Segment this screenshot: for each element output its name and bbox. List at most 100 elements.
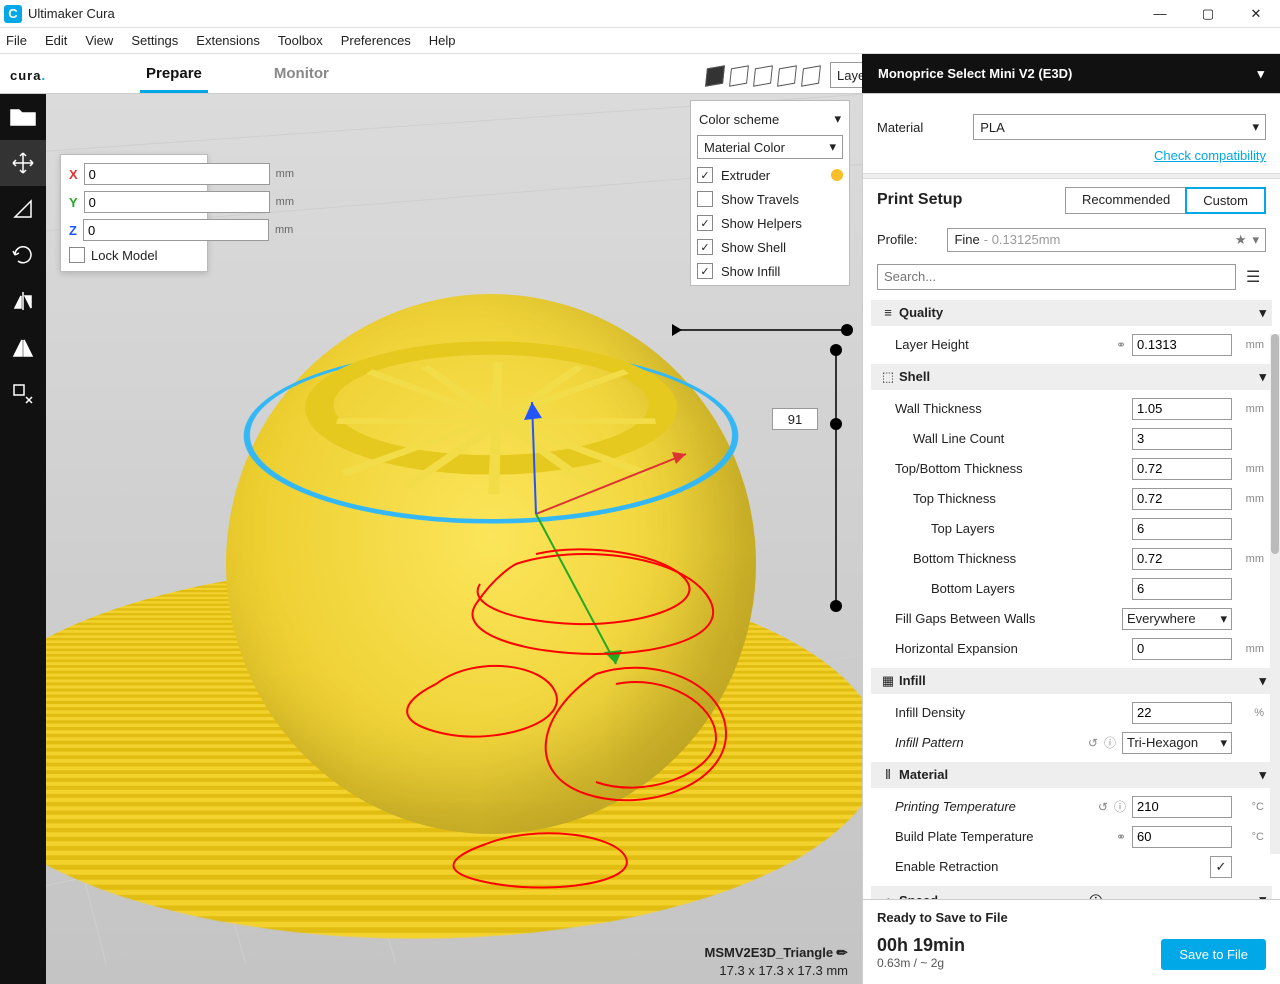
bottom-thickness-input[interactable] bbox=[1132, 548, 1232, 570]
section-infill[interactable]: ▦Infill▾ bbox=[871, 668, 1272, 694]
chevron-down-icon: ▾ bbox=[1252, 119, 1259, 135]
section-quality[interactable]: ≡Quality▾ bbox=[871, 300, 1272, 326]
menu-bar: File Edit View Settings Extensions Toolb… bbox=[0, 28, 1280, 54]
color-scheme-select[interactable]: Material Color▾ bbox=[697, 135, 843, 159]
info-icon[interactable]: ⓘ bbox=[1114, 798, 1126, 815]
layer-height-input[interactable] bbox=[1132, 334, 1232, 356]
settings-panel: Material PLA▾ Check compatibility Print … bbox=[862, 94, 1280, 984]
layer-slider[interactable]: 91 bbox=[830, 348, 842, 608]
bottom-layers-input[interactable] bbox=[1132, 578, 1232, 600]
scale-tool[interactable] bbox=[0, 186, 46, 232]
menu-file[interactable]: File bbox=[6, 33, 27, 48]
show-travels-checkbox[interactable] bbox=[697, 191, 713, 207]
show-helpers-label: Show Helpers bbox=[721, 216, 802, 231]
info-icon[interactable]: ⓘ bbox=[1104, 734, 1116, 751]
infill-icon: ▦ bbox=[877, 673, 899, 689]
settings-visibility-button[interactable]: ☰ bbox=[1246, 267, 1266, 287]
viewport[interactable]: Xmm Ymm Zmm Lock Model Color scheme▾ Mat… bbox=[46, 94, 862, 984]
printer-name: Monoprice Select Mini V2 (E3D) bbox=[878, 66, 1072, 81]
wall-thickness-label: Wall Thickness bbox=[895, 401, 1126, 416]
menu-settings[interactable]: Settings bbox=[131, 33, 178, 48]
top-layers-label: Top Layers bbox=[931, 521, 1126, 536]
profile-select[interactable]: Fine - 0.13125mm ★▾ bbox=[947, 228, 1266, 252]
fill-gaps-select[interactable]: Everywhere▾ bbox=[1122, 608, 1232, 630]
bottom-layers-label: Bottom Layers bbox=[931, 581, 1126, 596]
chevron-down-icon: ▾ bbox=[1252, 232, 1259, 248]
window-minimize-button[interactable]: — bbox=[1148, 6, 1172, 22]
info-icon[interactable]: ⓘ bbox=[1089, 891, 1102, 899]
section-speed[interactable]: ◔Speedⓘ▾ bbox=[871, 886, 1272, 899]
lock-model-checkbox[interactable] bbox=[69, 247, 85, 263]
build-plate-temperature-input[interactable] bbox=[1132, 826, 1232, 848]
header: cura. Prepare Monitor Layer view ▾ Monop… bbox=[0, 54, 1280, 94]
extruder-checkbox[interactable]: ✓ bbox=[697, 167, 713, 183]
enable-retraction-label: Enable Retraction bbox=[895, 859, 1204, 874]
extruder-label: Extruder bbox=[721, 168, 770, 183]
window-close-button[interactable]: ✕ bbox=[1244, 6, 1268, 22]
enable-retraction-checkbox[interactable]: ✓ bbox=[1210, 856, 1232, 878]
custom-tab[interactable]: Custom bbox=[1185, 187, 1266, 214]
mirror-tool[interactable] bbox=[0, 278, 46, 324]
top-layers-input[interactable] bbox=[1132, 518, 1232, 540]
material-select[interactable]: PLA▾ bbox=[973, 114, 1266, 140]
printing-temperature-input[interactable] bbox=[1132, 796, 1232, 818]
save-to-file-button[interactable]: Save to File bbox=[1161, 939, 1266, 970]
tab-prepare[interactable]: Prepare bbox=[140, 65, 208, 93]
check-compatibility-link[interactable]: Check compatibility bbox=[1154, 148, 1266, 163]
menu-extensions[interactable]: Extensions bbox=[196, 33, 260, 48]
per-model-tool[interactable] bbox=[0, 324, 46, 370]
link-icon[interactable]: ⚭ bbox=[1116, 830, 1126, 844]
app-title: Ultimaker Cura bbox=[28, 6, 115, 21]
open-file-button[interactable] bbox=[0, 94, 46, 140]
chevron-down-icon: ▾ bbox=[1257, 66, 1264, 82]
reset-icon[interactable]: ↺ bbox=[1088, 736, 1098, 750]
axis-x-label: X bbox=[69, 167, 78, 182]
fill-gaps-label: Fill Gaps Between Walls bbox=[895, 611, 1116, 626]
printer-selector[interactable]: Monoprice Select Mini V2 (E3D) ▾ bbox=[862, 54, 1280, 93]
infill-pattern-select[interactable]: Tri-Hexagon▾ bbox=[1122, 732, 1232, 754]
lock-model-label: Lock Model bbox=[91, 248, 157, 263]
object-name: MSMV2E3D_Triangle bbox=[704, 945, 833, 960]
pencil-icon[interactable]: ✎ bbox=[833, 943, 852, 962]
infill-density-input[interactable] bbox=[1132, 702, 1232, 724]
reset-icon[interactable]: ↺ bbox=[1098, 800, 1108, 814]
camera-preset-2[interactable] bbox=[729, 65, 749, 87]
position-x-input[interactable] bbox=[84, 163, 270, 185]
move-tool[interactable] bbox=[0, 140, 46, 186]
menu-help[interactable]: Help bbox=[429, 33, 456, 48]
tab-monitor[interactable]: Monitor bbox=[268, 65, 335, 93]
support-blocker-tool[interactable] bbox=[0, 370, 46, 416]
show-helpers-checkbox[interactable]: ✓ bbox=[697, 215, 713, 231]
infill-pattern-label: Infill Pattern bbox=[895, 735, 1082, 750]
top-bottom-thickness-input[interactable] bbox=[1132, 458, 1232, 480]
menu-toolbox[interactable]: Toolbox bbox=[278, 33, 323, 48]
settings-scrollbar[interactable] bbox=[1270, 334, 1280, 854]
menu-edit[interactable]: Edit bbox=[45, 33, 67, 48]
link-icon[interactable]: ⚭ bbox=[1116, 338, 1126, 352]
show-infill-checkbox[interactable]: ✓ bbox=[697, 263, 713, 279]
recommended-tab[interactable]: Recommended bbox=[1066, 188, 1186, 213]
chevron-down-icon: ▾ bbox=[829, 139, 836, 155]
top-thickness-input[interactable] bbox=[1132, 488, 1232, 510]
section-shell[interactable]: ⬚Shell▾ bbox=[871, 364, 1272, 390]
wall-line-count-input[interactable] bbox=[1132, 428, 1232, 450]
horizontal-expansion-input[interactable] bbox=[1132, 638, 1232, 660]
wall-thickness-input[interactable] bbox=[1132, 398, 1232, 420]
shell-icon: ⬚ bbox=[877, 369, 899, 385]
camera-preset-3[interactable] bbox=[753, 65, 773, 87]
camera-preset-1[interactable] bbox=[705, 65, 725, 87]
move-panel: Xmm Ymm Zmm Lock Model bbox=[60, 154, 208, 272]
menu-view[interactable]: View bbox=[85, 33, 113, 48]
settings-search-input[interactable] bbox=[877, 264, 1236, 290]
camera-preset-4[interactable] bbox=[777, 65, 797, 87]
printing-temperature-label: Printing Temperature bbox=[895, 799, 1092, 814]
section-material[interactable]: ⦀Material▾ bbox=[871, 762, 1272, 788]
window-maximize-button[interactable]: ▢ bbox=[1196, 6, 1220, 22]
show-shell-checkbox[interactable]: ✓ bbox=[697, 239, 713, 255]
menu-preferences[interactable]: Preferences bbox=[341, 33, 411, 48]
path-slider[interactable] bbox=[680, 322, 850, 338]
rotate-tool[interactable] bbox=[0, 232, 46, 278]
camera-preset-5[interactable] bbox=[801, 65, 821, 87]
position-y-input[interactable] bbox=[84, 191, 270, 213]
position-z-input[interactable] bbox=[83, 219, 269, 241]
